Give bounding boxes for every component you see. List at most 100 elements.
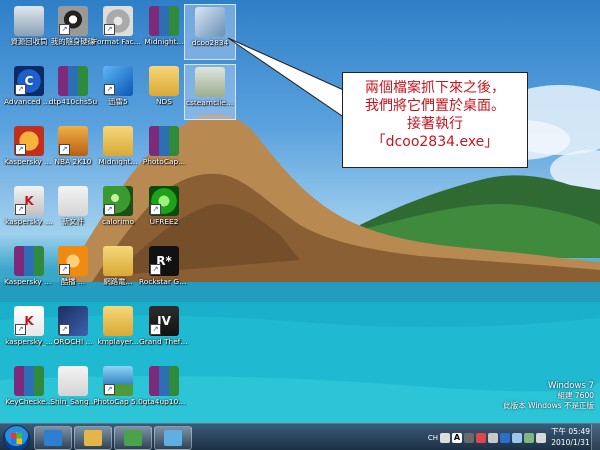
start-button[interactable] bbox=[3, 425, 30, 450]
action-center-icon[interactable] bbox=[512, 433, 522, 443]
icon-label: Format Factory bbox=[93, 37, 144, 46]
icon-label: Midnight... bbox=[144, 37, 184, 46]
icon-label: gta4up10... bbox=[142, 397, 186, 406]
taskbar-photo-button[interactable] bbox=[154, 426, 192, 450]
icon-label: NDS bbox=[156, 97, 172, 106]
icon-csteamclient[interactable]: csteamclient0 bbox=[184, 64, 236, 120]
shortcut-arrow-icon: ↗ bbox=[150, 264, 161, 275]
callout-line-2: 我們將它們置於桌面。 bbox=[365, 98, 505, 114]
icon-label: csteamclient0 bbox=[186, 98, 235, 107]
clock-date: 2010/1/31 bbox=[551, 438, 590, 447]
shortcut-arrow-icon: ↗ bbox=[104, 84, 115, 95]
shortcut-arrow-icon: ↗ bbox=[15, 84, 26, 95]
dtp410chs5u-icon bbox=[58, 66, 88, 96]
photocap-1-icon bbox=[149, 126, 179, 156]
rockstar-icon: R* ↗ bbox=[149, 246, 179, 276]
new-doc-icon bbox=[58, 186, 88, 216]
icon-gta4[interactable]: IV↗Grand Theft Auto IV bbox=[138, 304, 190, 360]
orange-app-icon: ↗ bbox=[58, 246, 88, 276]
advanced-systemcare-icon: C ↗ bbox=[14, 66, 44, 96]
font-size-icon[interactable]: A bbox=[452, 433, 462, 443]
icon-dcoo2834[interactable]: dcoo2834 bbox=[184, 4, 236, 60]
taskbar-ie-button[interactable] bbox=[34, 426, 72, 450]
input-tool-icon[interactable] bbox=[464, 433, 474, 443]
shortcut-arrow-icon: ↗ bbox=[15, 204, 26, 215]
icon-photocap-1[interactable]: PhotoCap... bbox=[138, 124, 190, 180]
help-icon[interactable] bbox=[488, 433, 498, 443]
taskbar-clock[interactable]: 下午 05:49 2010/1/31 bbox=[551, 426, 590, 448]
desktop[interactable]: 資源回收筒 ↗ 我的隨身硬碟 ↗ Format Factory Midnight... dc… bbox=[0, 0, 600, 450]
taskbar-network-button[interactable] bbox=[114, 426, 152, 450]
icon-kmplayer[interactable]: kmplayer... bbox=[92, 304, 144, 360]
clock-time: 下午 05:49 bbox=[551, 427, 590, 436]
icon-midnight-1[interactable]: Midnight... bbox=[138, 4, 190, 60]
csteamclient-icon bbox=[195, 67, 225, 97]
nba2k10-icon: ↗ bbox=[58, 126, 88, 156]
taskbar: CH A 下午 05:49 2010/1/31 bbox=[0, 423, 600, 450]
folder-app-icon bbox=[103, 246, 133, 276]
ufree-icon: ↗ bbox=[149, 186, 179, 216]
icon-label: dcoo2834 bbox=[191, 38, 229, 47]
shortcut-arrow-icon: ↗ bbox=[15, 324, 26, 335]
callout-line-1: 兩個檔案抓下來之後， bbox=[365, 80, 505, 96]
nds-icon bbox=[149, 66, 179, 96]
watermark-build: 組建 7600 bbox=[557, 391, 594, 400]
icon-calorimo[interactable]: ↗ calorimo bbox=[92, 184, 144, 240]
icon-photocap-2[interactable]: ↗ PhotoCap 5.0 bbox=[92, 364, 144, 420]
icon-label: PhotoCap... bbox=[142, 157, 186, 166]
shortcut-arrow-icon: ↗ bbox=[104, 24, 115, 35]
icon-label: kmplayer... bbox=[97, 337, 139, 346]
icon-label: PhotoCap 5.0 bbox=[93, 397, 143, 406]
icon-nds[interactable]: NDS bbox=[138, 64, 190, 120]
callout-line-4: 「dcoo2834.exe」 bbox=[371, 134, 499, 150]
keychecker-icon bbox=[14, 366, 44, 396]
icon-label: Rockstar Games S... bbox=[139, 277, 190, 286]
network-icon bbox=[124, 430, 142, 446]
icon-label: 迅雷5 bbox=[108, 97, 128, 106]
kaspersky-antivirus-2-icon bbox=[14, 246, 44, 276]
instruction-callout: 兩個檔案抓下來之後， 我們將它們置於桌面。 接著執行 「dcoo2834.exe… bbox=[342, 72, 528, 168]
ie-icon bbox=[44, 430, 62, 446]
icon-label: calorimo bbox=[102, 217, 134, 226]
kaspersky-3-icon: K ↗ bbox=[14, 306, 44, 336]
xunlei-icon: ↗ bbox=[103, 66, 133, 96]
icon-folder-app[interactable]: 網路電... bbox=[92, 244, 144, 300]
gta4up-icon bbox=[149, 366, 179, 396]
icon-rockstar[interactable]: R*↗Rockstar Games S... bbox=[138, 244, 190, 300]
midnight-1-icon bbox=[149, 6, 179, 36]
photo-icon bbox=[164, 430, 182, 446]
shortcut-arrow-icon: ↗ bbox=[15, 144, 26, 155]
windows-logo-icon bbox=[11, 433, 22, 444]
shortcut-arrow-icon: ↗ bbox=[104, 384, 115, 395]
icon-label: Midnight... bbox=[98, 157, 138, 166]
gta4-icon: IV ↗ bbox=[149, 306, 179, 336]
taskbar-explorer-button[interactable] bbox=[74, 426, 112, 450]
watermark-os-name: Windows 7 bbox=[547, 381, 594, 391]
notification-arrow-icon[interactable] bbox=[500, 433, 510, 443]
volume-icon[interactable] bbox=[536, 433, 546, 443]
icon-xunlei[interactable]: ↗ 迅雷5 bbox=[92, 64, 144, 120]
network-status-icon[interactable] bbox=[524, 433, 534, 443]
dcoo2834-icon bbox=[195, 7, 225, 37]
my-drive-icon: ↗ bbox=[58, 6, 88, 36]
icon-ufree[interactable]: ↗ UFREE2 bbox=[138, 184, 190, 240]
shortcut-arrow-icon: ↗ bbox=[150, 324, 161, 335]
shortcut-arrow-icon: ↗ bbox=[59, 24, 70, 35]
system-tray: CH A bbox=[428, 431, 546, 445]
icon-gta4up[interactable]: gta4up10... bbox=[138, 364, 190, 420]
language-indicator[interactable]: CH bbox=[428, 432, 438, 444]
icon-label: Grand Theft Auto IV bbox=[139, 337, 190, 346]
shortcut-arrow-icon: ↗ bbox=[150, 204, 161, 215]
kaspersky-antivirus-icon: ↗ bbox=[14, 126, 44, 156]
callout-line-3: 接著執行 bbox=[407, 116, 463, 132]
kmplayer-icon bbox=[103, 306, 133, 336]
format-factory-icon: ↗ bbox=[103, 6, 133, 36]
show-desktop-button[interactable] bbox=[591, 424, 600, 450]
icon-format-factory[interactable]: ↗ Format Factory bbox=[92, 4, 144, 60]
photocap-2-icon: ↗ bbox=[103, 366, 133, 396]
icon-midnight-2[interactable]: Midnight... bbox=[92, 124, 144, 180]
shortcut-arrow-icon: ↗ bbox=[59, 144, 70, 155]
windows-watermark: Windows 7 組建 7600 此版本 Windows 不是正版 bbox=[503, 381, 594, 411]
security-icon[interactable] bbox=[476, 433, 486, 443]
ime-icon[interactable] bbox=[440, 433, 450, 443]
